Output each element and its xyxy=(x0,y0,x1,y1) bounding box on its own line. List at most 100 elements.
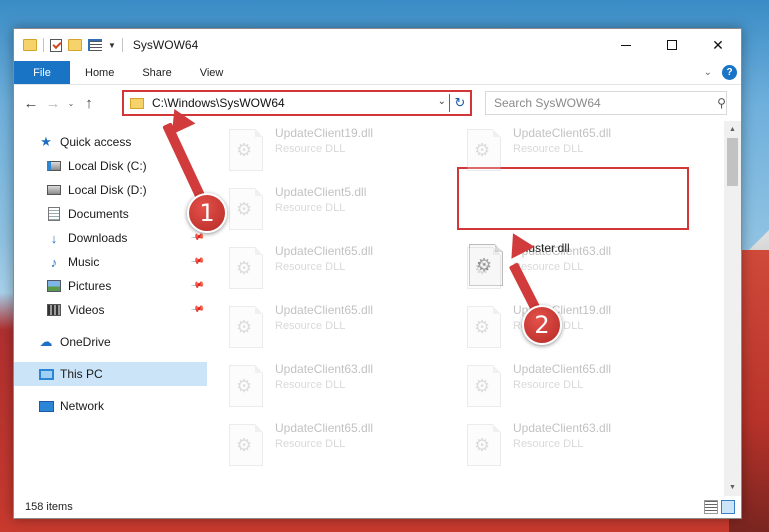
view-buttons xyxy=(704,500,735,514)
file-name: UpdateClient65.dll xyxy=(513,126,612,140)
address-path[interactable]: C:\Windows\SysWOW64 xyxy=(152,96,285,110)
file-type: Resource DLL xyxy=(513,261,584,273)
maximize-icon xyxy=(667,40,677,50)
recent-locations-button[interactable]: ⌄ xyxy=(64,92,78,114)
sidebar-item-downloads[interactable]: ↓ Downloads 📌 xyxy=(14,226,207,250)
search-icon[interactable]: ⚲ xyxy=(706,96,726,110)
file-name: UpdateClient65.dll xyxy=(513,362,612,376)
pictures-icon xyxy=(46,278,62,294)
customize-toolbar-icon[interactable]: ▼ xyxy=(108,41,116,50)
sidebar-item-label: Pictures xyxy=(68,279,112,293)
search-box[interactable]: Search SysWOW64 ⚲ xyxy=(485,91,727,115)
status-bar: 158 items xyxy=(14,496,741,518)
file-name: UpdateClient65.dll xyxy=(275,303,374,317)
file-tile[interactable]: UpdateClient19.dllResource DLL xyxy=(229,125,449,181)
file-type: Resource DLL xyxy=(275,379,346,391)
file-meta: UpdateClient65.dll Resource DLL xyxy=(513,126,611,155)
new-folder-icon[interactable] xyxy=(68,39,82,51)
file-meta: UpdateClient63.dll Resource DLL xyxy=(513,421,611,450)
file-type: Resource DLL xyxy=(275,261,346,273)
search-input[interactable]: Search SysWOW64 xyxy=(494,96,706,110)
address-divider xyxy=(449,94,450,112)
sidebar-item-label: Local Disk (D:) xyxy=(68,183,147,197)
up-button[interactable]: ↑ xyxy=(78,92,100,114)
minimize-button[interactable] xyxy=(603,29,649,61)
window-controls: ✕ xyxy=(603,29,741,61)
address-dropdown-icon[interactable]: ⌄ xyxy=(438,96,446,107)
sidebar-item-music[interactable]: ♪ Music 📌 xyxy=(14,250,207,274)
file-tile[interactable]: UpdateClient65.dll Resource DLL xyxy=(467,361,687,417)
refresh-icon[interactable]: ↻ xyxy=(452,93,468,113)
scroll-thumb[interactable] xyxy=(727,138,738,186)
minimize-icon xyxy=(621,44,631,46)
back-button[interactable]: ← xyxy=(20,92,42,114)
file-list: UpdateClient19.dllResource DLLUpdateClie… xyxy=(207,121,741,496)
file-tile[interactable]: UpdateClient63.dllResource DLL xyxy=(229,361,449,417)
sidebar-item-videos[interactable]: Videos 📌 xyxy=(14,298,207,322)
file-tile[interactable]: UpdateClient65.dll Resource DLL xyxy=(229,243,449,299)
tab-share[interactable]: Share xyxy=(128,61,185,84)
explorer-window: ▼ SysWOW64 ✕ File Home Share View ⌄ ? ← … xyxy=(13,28,742,519)
file-tile[interactable]: UpdateClient63.dllResource DLL xyxy=(467,420,687,476)
file-type: Resource DLL xyxy=(513,143,584,155)
file-meta: UpdateClient5.dll Resource DLL xyxy=(275,185,366,214)
file-tile[interactable]: UpdateClient65.dll Resource DLL xyxy=(467,125,687,181)
callout-badge-1: 1 xyxy=(187,193,227,233)
file-tile[interactable]: UpdateClient19.dllResource DLL xyxy=(467,302,687,358)
file-name: UpdateClient65.dll xyxy=(275,421,374,435)
sidebar-item-documents[interactable]: Documents 📌 xyxy=(14,202,207,226)
vertical-scrollbar[interactable]: ▲ ▼ xyxy=(724,121,741,496)
scroll-up-icon[interactable]: ▲ xyxy=(724,121,741,138)
sidebar-item-onedrive[interactable]: ☁ OneDrive xyxy=(14,330,207,354)
file-type: Resource DLL xyxy=(275,320,346,332)
file-type: Resource DLL xyxy=(275,438,346,450)
forward-button[interactable]: → xyxy=(42,92,64,114)
close-icon: ✕ xyxy=(712,36,724,53)
file-meta: UpdateClient65.dll Resource DLL xyxy=(513,362,611,391)
file-type: Resource DLL xyxy=(513,379,584,391)
file-type: Resource DLL xyxy=(275,202,346,214)
dll-file-icon xyxy=(467,365,501,407)
tab-home[interactable]: Home xyxy=(71,61,128,84)
music-icon: ♪ xyxy=(50,254,58,270)
scroll-down-icon[interactable]: ▼ xyxy=(724,479,741,496)
drive-icon xyxy=(46,158,62,174)
dll-file-icon xyxy=(229,306,263,348)
file-tile[interactable]: UpdateClient63.dllResource DLL xyxy=(467,243,687,299)
file-name: UpdateClient19.dll xyxy=(275,126,374,140)
pin-icon[interactable]: 📌 xyxy=(190,302,205,317)
file-meta: UpdateClient63.dll Resource DLL xyxy=(275,362,373,391)
tab-view[interactable]: View xyxy=(186,61,238,84)
explorer-body: ★ Quick access Local Disk (C:) Local Dis… xyxy=(14,121,741,496)
help-icon[interactable]: ? xyxy=(722,65,737,80)
file-tile[interactable]: UpdateClient65.dll Resource DLL xyxy=(229,302,449,358)
file-meta: UpdateClient65.dll Resource DLL xyxy=(275,244,373,273)
navigation-bar: ← → ⌄ ↑ C:\Windows\SysWOW64 ⌄ ↻ Search S… xyxy=(14,85,741,121)
sidebar-item-label: Documents xyxy=(68,207,129,221)
star-icon: ★ xyxy=(40,134,52,149)
expand-ribbon-icon[interactable]: ⌄ xyxy=(704,67,712,78)
item-count: 158 items xyxy=(25,501,73,513)
sidebar-item-this-pc[interactable]: This PC xyxy=(14,362,207,386)
dll-file-icon xyxy=(229,129,263,171)
sidebar-item-network[interactable]: Network xyxy=(14,394,207,418)
properties-icon[interactable] xyxy=(88,39,102,51)
sidebar-item-label: This PC xyxy=(60,367,103,381)
folder-icon xyxy=(130,97,144,109)
pin-icon[interactable]: 📌 xyxy=(190,278,205,293)
file-tile[interactable]: UpdateClient5.dll Resource DLL xyxy=(229,184,449,240)
title-bar: ▼ SysWOW64 ✕ xyxy=(14,29,741,61)
properties-check-icon[interactable] xyxy=(50,38,62,52)
file-tile[interactable]: UpdateClient65.dll Resource DLL xyxy=(229,420,449,476)
details-view-icon[interactable] xyxy=(704,500,718,514)
maximize-button[interactable] xyxy=(649,29,695,61)
file-meta: UpdateClient65.dll Resource DLL xyxy=(275,421,373,450)
tiles-view-icon[interactable] xyxy=(721,500,735,514)
sidebar-item-local-disk-d[interactable]: Local Disk (D:) xyxy=(14,178,207,202)
sidebar-item-pictures[interactable]: Pictures 📌 xyxy=(14,274,207,298)
pin-icon[interactable]: 📌 xyxy=(190,254,205,269)
sidebar-item-label: Local Disk (C:) xyxy=(68,159,147,173)
ribbon-right: ⌄ ? xyxy=(704,65,737,80)
tab-file[interactable]: File xyxy=(14,61,70,84)
close-button[interactable]: ✕ xyxy=(695,29,741,61)
